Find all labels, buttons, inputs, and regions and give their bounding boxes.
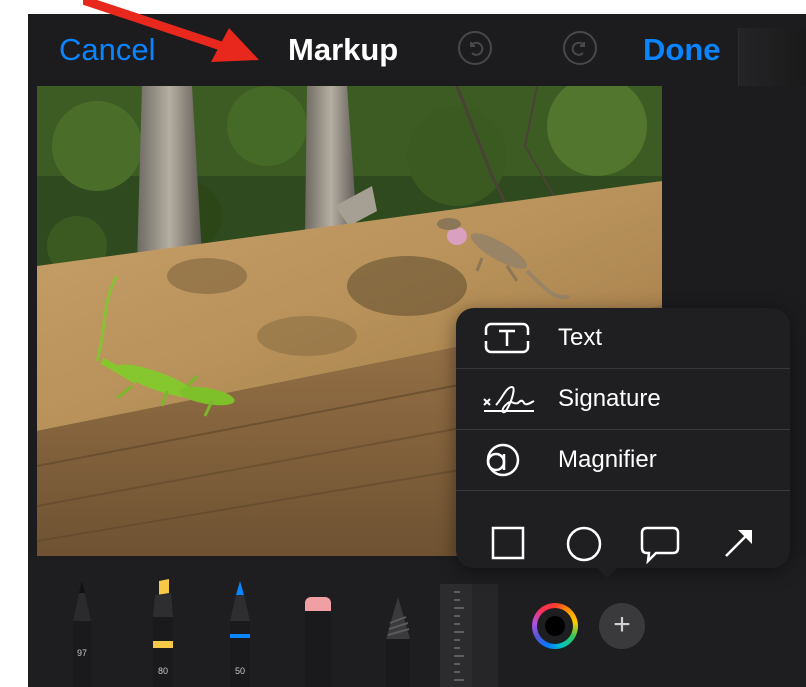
menu-item-text[interactable]: Text [456, 308, 790, 368]
undo-icon [470, 41, 484, 56]
color-picker-button[interactable] [532, 603, 578, 649]
page-title: Markup [288, 32, 399, 67]
menu-item-magnifier[interactable]: Magnifier [456, 430, 790, 490]
signature-icon [482, 381, 536, 422]
magnifier-icon [482, 442, 522, 483]
markup-screen: Cancel Markup Done 97 80 50 + Text Signa… [28, 14, 806, 687]
lasso-icon [386, 597, 410, 687]
text-box-icon [482, 320, 532, 361]
redo-button[interactable] [563, 31, 597, 65]
undo-button[interactable] [458, 31, 492, 65]
ruler-icon [454, 584, 498, 687]
menu-item-label: Signature [558, 385, 661, 412]
navbar-background-edge [738, 28, 806, 86]
lasso-tool[interactable] [380, 579, 416, 687]
arrow-icon[interactable] [722, 526, 756, 565]
marker-size-label: 50 [234, 666, 245, 676]
square-icon[interactable] [491, 526, 525, 565]
menu-item-signature[interactable]: Signature [456, 369, 790, 429]
speech-bubble-icon[interactable] [640, 526, 680, 569]
ruler-tool[interactable] [440, 584, 498, 687]
highlighter-size-label: 80 [157, 666, 168, 676]
pen-tool[interactable]: 97 [64, 579, 100, 687]
highlighter-tool[interactable]: 80 [145, 579, 181, 687]
popup-pointer [595, 566, 619, 578]
menu-item-label: Magnifier [558, 446, 657, 473]
color-well-ring [537, 608, 573, 644]
selected-color-swatch [545, 616, 565, 636]
tool-palette: 97 80 50 + [28, 559, 806, 687]
marker-tool[interactable]: 50 [222, 579, 258, 687]
pen-size-label: 97 [76, 648, 87, 658]
add-button[interactable]: + [599, 603, 645, 649]
app: Cancel Markup Done 97 80 50 + Text Signa… [0, 0, 806, 687]
eraser-icon [305, 597, 331, 687]
menu-item-label: Text [558, 324, 603, 351]
add-menu-popup: Text Signature Magnifier [456, 308, 790, 568]
red-arrow-annotation [83, 0, 259, 62]
circle-icon[interactable] [566, 526, 602, 567]
redo-icon [571, 41, 585, 56]
eraser-tool[interactable] [300, 579, 336, 687]
done-button[interactable]: Done [643, 30, 721, 70]
menu-divider [456, 490, 790, 491]
pen-icon [73, 581, 91, 687]
